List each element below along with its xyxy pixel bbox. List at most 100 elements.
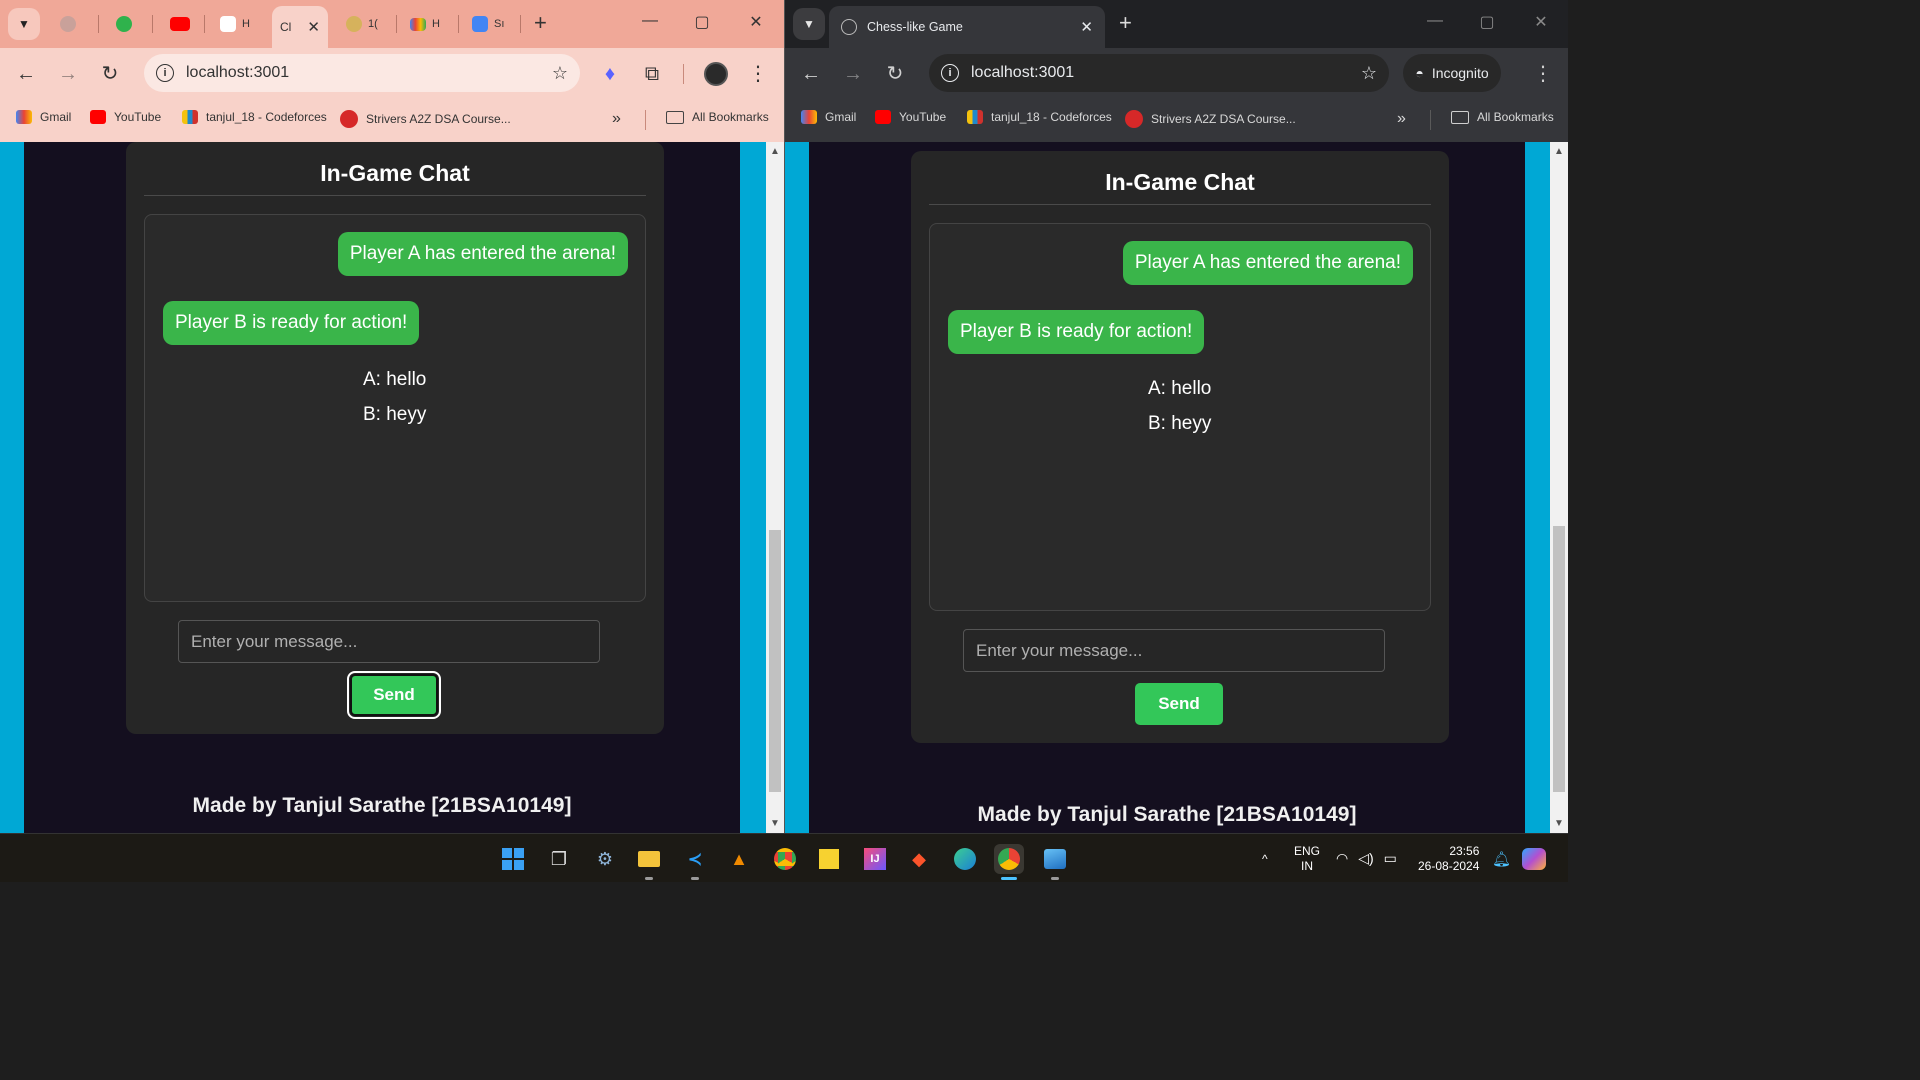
back-button[interactable]: ←: [14, 62, 38, 86]
copilot-icon[interactable]: [1522, 834, 1546, 883]
sticky-notes-icon[interactable]: [814, 844, 844, 874]
brave-icon[interactable]: ◆: [904, 844, 934, 874]
close-tab-icon[interactable]: ✕: [1080, 18, 1093, 36]
reload-button[interactable]: ↻: [98, 62, 122, 86]
chat-title: In-Game Chat: [929, 169, 1431, 205]
windows-logo-icon: [502, 848, 524, 870]
incognito-icon: ◓: [1415, 65, 1424, 81]
minimize-button[interactable]: —: [638, 12, 662, 30]
tab-pinned-2[interactable]: [116, 12, 132, 36]
chrome-icon[interactable]: [770, 844, 800, 874]
language-indicator[interactable]: ENG IN: [1294, 834, 1320, 883]
tab-search-button[interactable]: ▼: [8, 8, 40, 40]
scroll-down-arrow[interactable]: ▼: [766, 818, 784, 829]
scroll-down-arrow[interactable]: ▼: [1550, 818, 1568, 829]
tab-search-button[interactable]: ▼: [793, 8, 825, 40]
close-window-button[interactable]: ✕: [744, 12, 768, 32]
scrollbar[interactable]: ▲ ▼: [1550, 142, 1568, 833]
maximize-button[interactable]: ▢: [690, 12, 714, 32]
chat-message: Player B is ready for action!: [948, 310, 1205, 354]
send-button[interactable]: Send: [347, 671, 441, 719]
bookmark-youtube[interactable]: YouTube: [875, 110, 946, 124]
bookmark-strivers[interactable]: Strivers A2Z DSA Course...: [340, 110, 511, 128]
scroll-up-arrow[interactable]: ▲: [766, 146, 784, 157]
menu-kebab-icon[interactable]: ⋮: [1531, 62, 1555, 86]
bookmark-gmail[interactable]: Gmail: [801, 110, 856, 124]
tuf-icon: [340, 110, 358, 128]
bookmarks-overflow[interactable]: »: [1397, 110, 1406, 128]
bookmark-codeforces[interactable]: tanjul_18 - Codeforces: [967, 110, 1112, 124]
bookmark-gmail[interactable]: Gmail: [16, 110, 71, 124]
chrome-active-icon[interactable]: [994, 844, 1024, 880]
intellij-icon[interactable]: IJ: [860, 844, 890, 874]
message-input[interactable]: [178, 620, 600, 663]
notification-bell-icon[interactable]: 🔔︎: [1492, 834, 1511, 883]
extensions-puzzle-icon[interactable]: ⧉: [640, 62, 664, 86]
bookmark-youtube[interactable]: YouTube: [90, 110, 161, 124]
tab-docs[interactable]: Sı: [472, 12, 504, 36]
browser-window-left: ▼ H Cl ✕ 1( H Sı + — ▢ ✕ ← → ↻ i localho…: [0, 0, 784, 833]
profile-avatar[interactable]: [704, 62, 728, 86]
bookmark-strivers[interactable]: Strivers A2Z DSA Course...: [1125, 110, 1296, 128]
tray-overflow[interactable]: ^: [1262, 834, 1268, 883]
forward-button[interactable]: →: [841, 62, 865, 86]
back-button[interactable]: ←: [799, 62, 823, 86]
all-bookmarks[interactable]: All Bookmarks: [666, 110, 769, 124]
tab-4[interactable]: H: [220, 12, 250, 36]
youtube-icon: [875, 110, 891, 124]
chat-message: B: heyy: [363, 404, 427, 425]
edge-icon[interactable]: [950, 844, 980, 874]
vscode-icon[interactable]: ≺: [680, 844, 710, 880]
tab-youtube[interactable]: [170, 12, 190, 36]
menu-kebab-icon[interactable]: ⋮: [746, 62, 770, 86]
scroll-up-arrow[interactable]: ▲: [1550, 146, 1568, 157]
site-info-icon[interactable]: i: [941, 64, 959, 82]
message-input[interactable]: [963, 629, 1385, 672]
maximize-button[interactable]: ▢: [1475, 12, 1499, 32]
task-view-icon[interactable]: ❐: [544, 844, 574, 874]
scroll-thumb[interactable]: [1553, 526, 1565, 792]
tab-6[interactable]: 1(: [346, 12, 378, 36]
bookmark-codeforces[interactable]: tanjul_18 - Codeforces: [182, 110, 327, 124]
gmail-icon: [801, 110, 817, 124]
chat-panel: In-Game Chat Player A has entered the ar…: [126, 142, 664, 734]
tab-active[interactable]: Cl ✕: [272, 6, 328, 48]
tab-active[interactable]: Chess-like Game ✕: [829, 6, 1105, 48]
new-tab-button[interactable]: +: [534, 12, 547, 34]
send-button[interactable]: Send: [1135, 683, 1223, 725]
new-tab-button[interactable]: +: [1119, 12, 1132, 34]
bookmark-star-icon[interactable]: ☆: [552, 63, 568, 84]
link-icon: [220, 16, 236, 32]
wifi-icon: ◠: [1336, 850, 1349, 866]
forward-button[interactable]: →: [56, 62, 80, 86]
tab-pinned-1[interactable]: [60, 12, 76, 36]
scrollbar[interactable]: ▲ ▼: [766, 142, 784, 833]
tab-label: 1(: [368, 18, 378, 30]
close-window-button[interactable]: ✕: [1529, 12, 1553, 32]
tab-gmail[interactable]: H: [410, 12, 440, 36]
url-text: localhost:3001: [971, 64, 1075, 81]
volume-icon: ◁): [1358, 850, 1374, 866]
system-tray[interactable]: ◠ ◁) ▭: [1336, 834, 1397, 883]
tab-label: H: [242, 18, 250, 30]
extension-flame-icon[interactable]: ♦: [598, 62, 622, 86]
address-bar[interactable]: i localhost:3001 ☆: [929, 54, 1389, 92]
incognito-button[interactable]: ◓ Incognito: [1403, 54, 1501, 92]
tuf-icon: [1125, 110, 1143, 128]
codeforces-icon: [182, 110, 198, 124]
close-tab-icon[interactable]: ✕: [307, 18, 320, 36]
photos-icon[interactable]: [1040, 844, 1070, 880]
clock[interactable]: 23:56 26-08-2024: [1418, 834, 1479, 883]
file-explorer-icon[interactable]: [634, 844, 664, 880]
minimize-button[interactable]: —: [1423, 12, 1447, 30]
bookmarks-overflow[interactable]: »: [612, 110, 621, 128]
start-button[interactable]: [498, 844, 528, 874]
address-bar[interactable]: i localhost:3001 ☆: [144, 54, 580, 92]
vlc-icon[interactable]: ▲: [724, 844, 754, 874]
bookmark-star-icon[interactable]: ☆: [1361, 63, 1377, 84]
scroll-thumb[interactable]: [769, 530, 781, 792]
site-info-icon[interactable]: i: [156, 64, 174, 82]
reload-button[interactable]: ↻: [883, 62, 907, 86]
settings-gear-icon[interactable]: ⚙: [590, 844, 620, 874]
all-bookmarks[interactable]: All Bookmarks: [1451, 110, 1554, 124]
